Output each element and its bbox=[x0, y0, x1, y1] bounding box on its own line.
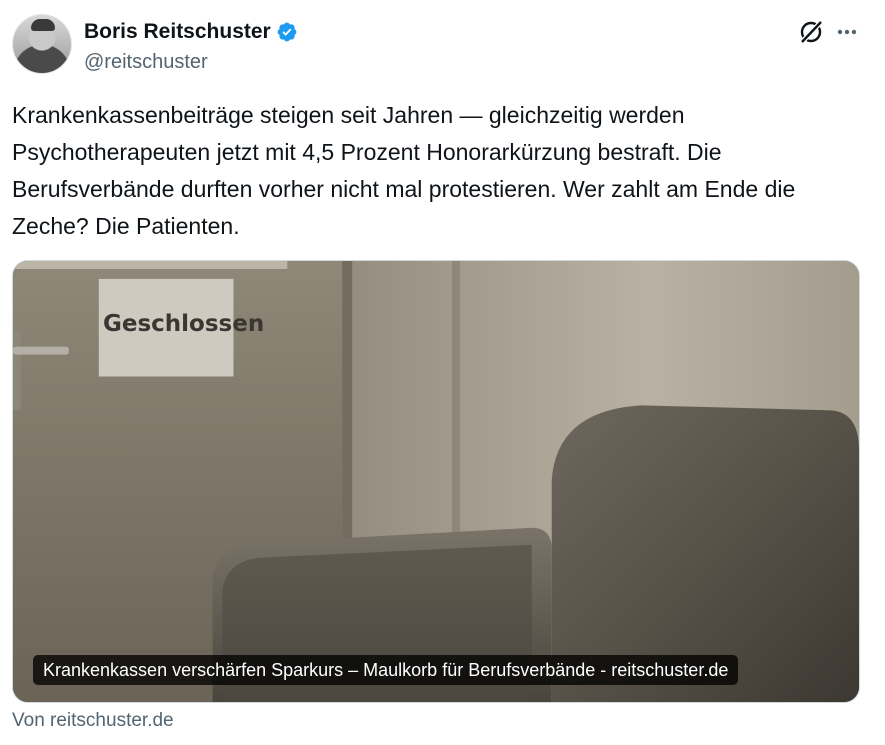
grok-icon[interactable] bbox=[797, 18, 825, 46]
link-card-title[interactable]: Krankenkassen verschärfen Sparkurs – Mau… bbox=[33, 655, 739, 685]
author-display-name[interactable]: Boris Reitschuster bbox=[84, 20, 271, 44]
author-handle[interactable]: @reitschuster bbox=[84, 51, 208, 74]
verified-badge-icon bbox=[277, 22, 297, 42]
more-icon[interactable] bbox=[833, 18, 861, 46]
avatar[interactable] bbox=[12, 14, 72, 74]
tweet-header: Boris Reitschuster @reitschuster bbox=[12, 14, 873, 76]
tweet-text: Krankenkassenbeiträge steigen seit Jahre… bbox=[12, 102, 796, 239]
author-name-row: Boris Reitschuster bbox=[84, 20, 298, 44]
link-source[interactable]: Von reitschuster.de bbox=[12, 710, 174, 732]
sign-text: Geschlossen bbox=[103, 311, 265, 337]
link-card[interactable]: Geschlossen Krankenkassen verschärfen Sp… bbox=[12, 260, 860, 703]
